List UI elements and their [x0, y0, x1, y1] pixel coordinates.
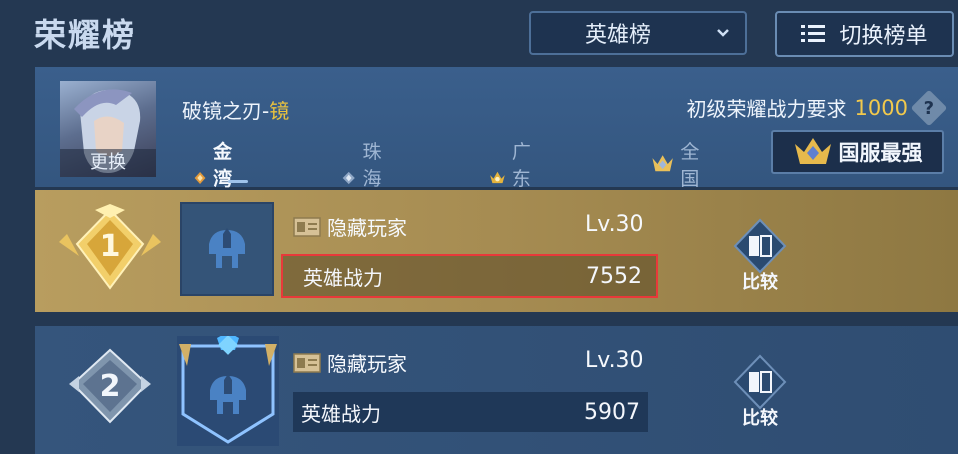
player-level: Lv.30	[585, 212, 644, 237]
rank-number: 2	[100, 369, 121, 404]
hero-power-label: 英雄战力	[301, 401, 381, 426]
help-glyph: ?	[923, 96, 935, 118]
hidden-player-card-icon	[293, 352, 321, 373]
city-badge-icon	[342, 171, 355, 184]
switch-leaderboard-button[interactable]: 切换榜单	[775, 11, 954, 57]
hidden-player-frame-icon	[179, 332, 277, 444]
player-name-text: 隐藏玩家	[327, 352, 407, 376]
player-avatar[interactable]	[180, 202, 274, 296]
active-tab-indicator	[228, 180, 248, 183]
national-badge-icon	[652, 155, 673, 172]
player-name: 隐藏玩家	[293, 212, 407, 241]
compare-label: 比较	[742, 272, 778, 293]
hero-avatar[interactable]: 更换	[60, 81, 156, 177]
rank-1-badge-icon: 1	[59, 204, 161, 290]
hidden-player-card-icon	[293, 216, 321, 237]
hero-power-box: 英雄战力 5907	[293, 392, 648, 432]
player-name: 隐藏玩家	[293, 348, 407, 377]
glory-requirement: 初级荣耀战力要求 1000 ?	[686, 89, 948, 126]
compare-icon	[733, 354, 787, 410]
hero-power-value: 5907	[584, 399, 640, 425]
hero-power-value: 7552	[586, 263, 642, 289]
change-avatar-label: 更换	[60, 149, 156, 177]
hero-power-label: 英雄战力	[303, 265, 383, 290]
list-icon	[801, 25, 826, 42]
hero-power-box: 英雄战力 7552	[281, 254, 658, 298]
leaderboard-type-dropdown[interactable]: 英雄榜	[529, 11, 747, 55]
province-badge-icon	[490, 171, 505, 183]
requirement-label: 初级荣耀战力要求	[686, 97, 847, 121]
rank-row[interactable]: 2 隐藏玩家 Lv.30 英雄战力 5907 比较	[35, 326, 958, 454]
hero-name-main: 破镜之刃	[182, 99, 262, 123]
hero-profile-panel: 更换 破镜之刃-镜 初级荣耀战力要求 1000 ? 金湾区 珠海市 广东省	[35, 67, 958, 217]
national-top-crest-icon	[794, 138, 831, 164]
compare-button[interactable]: 比较	[727, 216, 793, 296]
district-badge-icon	[194, 171, 206, 184]
hero-name: 破镜之刃-镜	[182, 95, 289, 124]
national-top-button[interactable]: 国服最强	[771, 130, 944, 174]
hero-name-skin: 镜	[269, 99, 290, 123]
rank-row[interactable]: 1 隐藏玩家 Lv.30 英雄战力 7552 比较	[35, 190, 958, 312]
rank-number: 1	[100, 229, 121, 264]
compare-icon	[733, 218, 787, 274]
player-level: Lv.30	[585, 348, 644, 373]
player-name-text: 隐藏玩家	[327, 216, 407, 240]
switch-leaderboard-label: 切换榜单	[839, 24, 928, 49]
help-icon[interactable]: ?	[910, 89, 948, 126]
tab-region-national-label: 全国	[680, 141, 700, 190]
compare-button[interactable]: 比较	[727, 352, 793, 432]
requirement-value: 1000	[854, 95, 908, 120]
dropdown-selected-value: 英雄榜	[584, 23, 651, 48]
page-title: 荣耀榜	[34, 16, 137, 54]
tab-region-national[interactable]: 全国	[651, 137, 708, 191]
compare-label: 比较	[742, 408, 778, 429]
player-avatar[interactable]	[177, 332, 279, 446]
hidden-player-icon	[209, 228, 245, 268]
chevron-down-icon	[717, 29, 729, 37]
national-top-label: 国服最强	[838, 141, 923, 165]
rank-2-badge-icon: 2	[69, 348, 151, 424]
